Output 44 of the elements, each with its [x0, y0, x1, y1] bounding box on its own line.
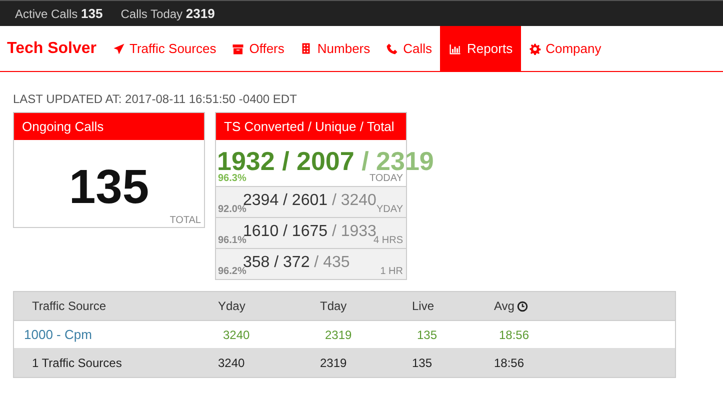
- bar-chart-icon: [448, 42, 462, 54]
- building-icon: [300, 42, 312, 55]
- nav-tab[interactable]: Numbers: [292, 26, 378, 71]
- nav-tab[interactable]: Company: [520, 26, 610, 71]
- card-header: Ongoing Calls: [14, 113, 204, 140]
- clock-icon: [517, 300, 528, 312]
- column-header: Yday: [217, 292, 319, 320]
- nav-tab[interactable]: Offers: [224, 26, 292, 71]
- card-header: TS Converted / Unique / Total: [216, 113, 406, 140]
- table-cell: 1 Traffic Sources: [14, 348, 217, 378]
- table-cell: 18:56: [493, 348, 676, 378]
- table-cell: 135: [411, 348, 493, 378]
- archive-box-icon: [232, 42, 244, 54]
- paper-plane-icon: [112, 42, 125, 54]
- call-count: 135: [68, 160, 150, 215]
- table-cell: 18:56: [493, 320, 676, 348]
- percent-text: 96.2%: [218, 266, 246, 277]
- last-updated-text: LAST UPDATED AT: 2017-08-11 16:51:50 -0400 EDT: [13, 92, 298, 108]
- nav-tab[interactable]: Reports: [440, 26, 521, 71]
- column-header: Traffic Source: [14, 292, 217, 320]
- gear-icon: [528, 42, 541, 54]
- top-stat: Active Calls 135: [15, 6, 103, 21]
- period-label: 4 HRS: [374, 235, 403, 246]
- table-cell: 2319: [319, 348, 411, 378]
- percent-text: 96.1%: [218, 235, 246, 246]
- column-header: Avg: [493, 292, 676, 320]
- nav-tab[interactable]: Calls: [378, 26, 440, 71]
- column-header: Tday: [319, 292, 411, 320]
- percent-text: 96.3%: [218, 173, 246, 184]
- table-cell: 3240: [217, 348, 319, 378]
- period-label: 1 HR: [380, 266, 403, 277]
- total-caption: TOTAL: [168, 215, 202, 227]
- table-cell: 3240: [217, 320, 319, 348]
- percent-text: 92.0%: [218, 204, 246, 215]
- phone-icon: [386, 42, 398, 54]
- source-link[interactable]: 1000 - Cpm: [14, 320, 217, 348]
- brand-title[interactable]: Tech Solver: [7, 40, 97, 58]
- column-header: Live: [411, 292, 493, 320]
- period-label: YDAY: [376, 204, 403, 215]
- top-stat: Calls Today 2319: [120, 6, 215, 21]
- table-cell: 135: [411, 320, 493, 348]
- nav-tab[interactable]: Traffic Sources: [104, 26, 224, 71]
- period-label: TODAY: [369, 173, 403, 184]
- table-cell: 2319: [319, 320, 411, 348]
